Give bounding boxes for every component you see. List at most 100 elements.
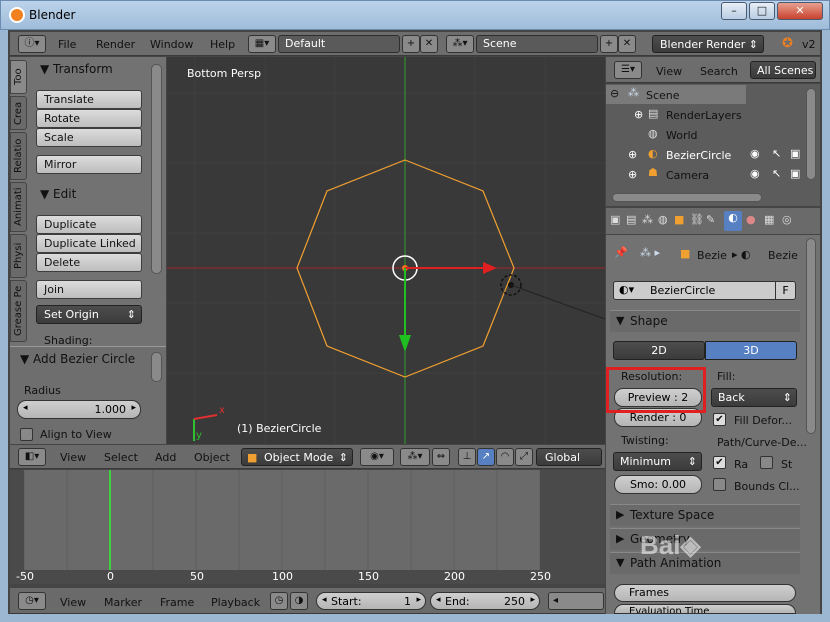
render-camera-icon[interactable]: ▣	[790, 167, 800, 180]
timeline-menu-playback[interactable]: Playback	[211, 596, 260, 609]
render-tab-icon[interactable]: ▣	[610, 213, 620, 226]
scene-add-icon[interactable]: +	[600, 35, 618, 53]
select-arrow-icon[interactable]: ↖	[772, 167, 781, 180]
operator-scrollbar[interactable]	[151, 352, 162, 382]
data-tab-icon[interactable]: ◐	[724, 211, 742, 231]
eye-icon[interactable]: ◉	[750, 147, 760, 160]
scale-button[interactable]: Scale	[36, 128, 142, 147]
duplicate-button[interactable]: Duplicate	[36, 215, 142, 234]
tab-physics[interactable]: Physi	[10, 234, 27, 278]
select-arrow-icon[interactable]: ↖	[772, 147, 781, 160]
fill-mode-select[interactable]: Back ⇕	[711, 388, 797, 407]
layout-icon[interactable]: ▦▾	[248, 35, 276, 53]
translate-manip-icon[interactable]: ↗	[477, 448, 495, 466]
operator-header[interactable]: ▼ Add Bezier Circle	[20, 352, 135, 366]
outliner-row-camera[interactable]: Camera	[666, 169, 709, 182]
tab-create[interactable]: Crea	[10, 96, 27, 130]
outliner-editor-icon[interactable]: ☰▾	[614, 61, 642, 79]
texture-space-section[interactable]: Texture Space	[610, 504, 800, 526]
mirror-button[interactable]: Mirror	[36, 155, 142, 174]
viewport-menu-select[interactable]: Select	[104, 451, 138, 464]
constraint-tab-icon[interactable]: ⛓	[690, 213, 704, 226]
current-frame-field[interactable]: ◂	[548, 592, 604, 610]
maximize-button[interactable]: □	[749, 2, 775, 20]
texture-tab-icon[interactable]: ▦	[764, 213, 774, 226]
orientation-select[interactable]: Global	[536, 448, 602, 466]
transform-header[interactable]: ▼ Transform	[40, 62, 113, 76]
manipulator-icon[interactable]: ⊥	[458, 448, 476, 466]
fill-deform-checkbox[interactable]: ✔	[713, 413, 726, 426]
viewport-menu-object[interactable]: Object	[194, 451, 230, 464]
outliner-row-beziercircle[interactable]: BezierCircle	[666, 149, 731, 162]
cube-editor-icon[interactable]: ◧▾	[18, 448, 46, 466]
outliner-row-renderlayers[interactable]: RenderLayers	[666, 109, 742, 122]
info-editor-icon[interactable]: ⓘ▾	[18, 35, 46, 53]
timeline-menu-view[interactable]: View	[60, 596, 86, 609]
frames-field[interactable]: Frames	[614, 584, 796, 602]
set-origin-select[interactable]: Set Origin ⇕	[36, 305, 142, 324]
scene-remove-icon[interactable]: ✕	[618, 35, 636, 53]
outliner-filter-select[interactable]: All Scenes	[750, 61, 816, 79]
start-frame-field[interactable]: ◂ Start: 1 ▸	[316, 592, 426, 610]
physics-tab-icon[interactable]: ◎	[782, 213, 792, 226]
viewport-menu-add[interactable]: Add	[155, 451, 176, 464]
layers-icon[interactable]: ⇔	[432, 448, 450, 466]
viewport-3d[interactable]: Bottom Persp (1) BezierCircle x y	[167, 57, 605, 444]
translate-button[interactable]: Translate	[36, 90, 142, 109]
rotate-button[interactable]: Rotate	[36, 109, 142, 128]
tab-tools[interactable]: Too	[10, 60, 27, 94]
shape-section-header[interactable]: Shape	[610, 310, 800, 332]
eval-time-field[interactable]: Evaluation Time	[614, 604, 796, 614]
edit-header[interactable]: ▼ Edit	[40, 187, 76, 201]
preview-range-icon[interactable]: ◷	[270, 592, 288, 610]
twisting-select[interactable]: Minimum ⇕	[613, 452, 702, 471]
tab-animation[interactable]: Animati	[10, 182, 27, 232]
timeline-ruler[interactable]: -50 0 50 100 150 200 250	[10, 570, 605, 584]
renderlayer-tab-icon[interactable]: ▤	[626, 213, 636, 226]
timeline-menu-marker[interactable]: Marker	[104, 596, 142, 609]
viewport-shading-icon[interactable]: ◉▾	[360, 448, 394, 466]
range-lock-icon[interactable]: ◑	[290, 592, 308, 610]
menu-file[interactable]: File	[58, 38, 76, 51]
outliner-vscrollbar[interactable]	[806, 88, 816, 180]
scene-field[interactable]: Scene	[476, 35, 598, 53]
tab-relations[interactable]: Relatio	[10, 132, 27, 180]
stretch-checkbox[interactable]	[760, 456, 773, 469]
layout-remove-icon[interactable]: ✕	[420, 35, 438, 53]
dimension-2d-button[interactable]: 2D	[613, 341, 705, 360]
scene-tab-icon[interactable]: ⁂	[642, 213, 653, 226]
pivot-icon[interactable]: ⁂▾	[400, 448, 430, 466]
pin-icon[interactable]: 📌	[614, 246, 628, 259]
rotate-manip-icon[interactable]: ◠	[496, 448, 514, 466]
duplicate-linked-button[interactable]: Duplicate Linked	[36, 234, 142, 253]
render-camera-icon[interactable]: ▣	[790, 147, 800, 160]
timeline-area[interactable]	[10, 470, 605, 570]
fake-user-button[interactable]: F	[775, 281, 795, 300]
layout-add-icon[interactable]: +	[402, 35, 420, 53]
smooth-field[interactable]: Smo: 0.00	[614, 475, 702, 494]
radius-checkbox[interactable]: ✔	[713, 456, 726, 469]
minimize-button[interactable]: –	[721, 2, 747, 20]
outliner-menu-search[interactable]: Search	[700, 65, 738, 78]
world-tab-icon[interactable]: ◍	[658, 213, 668, 226]
material-tab-icon[interactable]: ●	[746, 213, 756, 226]
timeline-editor-icon[interactable]: ◷▾	[18, 592, 46, 610]
delete-button[interactable]: Delete	[36, 253, 142, 272]
object-mode-select[interactable]: ■ Object Mode ⇕	[241, 448, 353, 466]
properties-scrollbar[interactable]	[806, 238, 816, 434]
outliner-menu-view[interactable]: View	[656, 65, 682, 78]
timeline-menu-frame[interactable]: Frame	[160, 596, 194, 609]
modifier-tab-icon[interactable]: ✎	[706, 213, 715, 226]
end-frame-field[interactable]: ◂ End: 250 ▸	[430, 592, 540, 610]
viewport-menu-view[interactable]: View	[60, 451, 86, 464]
scene-icon[interactable]: ⁂▾	[446, 35, 474, 53]
render-engine-select[interactable]: Blender Render ⇕	[652, 35, 764, 53]
outliner-hscrollbar[interactable]	[612, 193, 762, 202]
menu-render[interactable]: Render	[96, 38, 135, 51]
layout-field[interactable]: Default	[278, 35, 400, 53]
align-to-view-checkbox[interactable]	[20, 428, 33, 441]
curve-datablock-field[interactable]: ◐▾ BezierCircle F	[613, 281, 796, 300]
outliner-row-world[interactable]: World	[666, 129, 698, 142]
menu-help[interactable]: Help	[210, 38, 235, 51]
dimension-3d-button[interactable]: 3D	[705, 341, 797, 360]
